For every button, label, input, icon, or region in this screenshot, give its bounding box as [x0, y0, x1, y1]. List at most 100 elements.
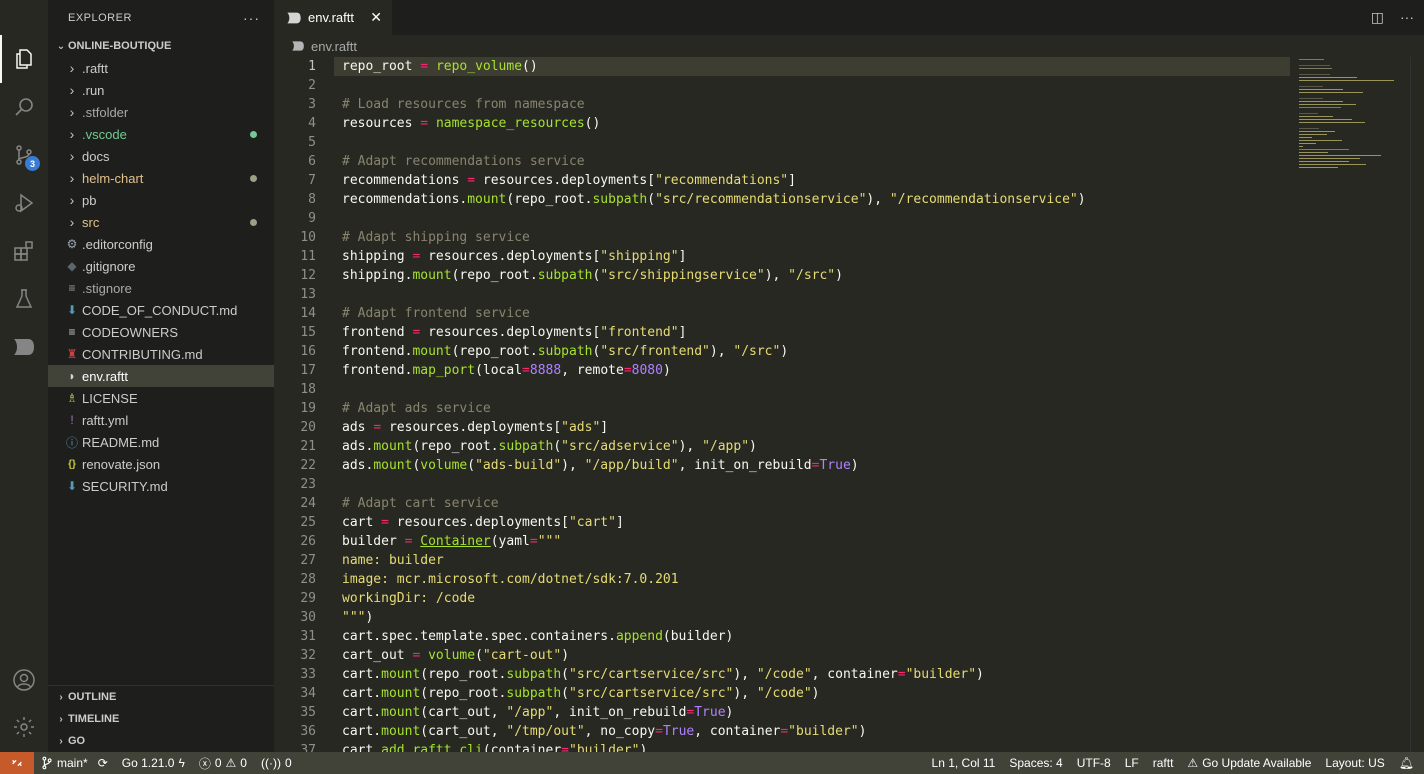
code-line[interactable]: 2	[274, 76, 1290, 95]
sync-icon[interactable]: ⟳	[98, 756, 108, 770]
code-editor[interactable]: 1 repo_root = repo_volume() 2 3 # Load resou…	[274, 57, 1424, 752]
folder-item[interactable]: › pb	[48, 189, 274, 211]
folder-item[interactable]: › helm-chart	[48, 167, 274, 189]
error-icon: ⓧ	[198, 756, 211, 771]
code-text: recommendations.mount(repo_root.subpath(…	[342, 190, 1086, 209]
search-icon[interactable]	[0, 83, 48, 131]
code-line[interactable]: 33 cart.mount(repo_root.subpath("src/cart…	[274, 665, 1290, 684]
file-item[interactable]: ◆ .gitignore	[48, 255, 274, 277]
code-line[interactable]: 20 ads = resources.deployments["ads"]	[274, 418, 1290, 437]
explorer-icon[interactable]	[0, 35, 48, 83]
chevron-right-icon: ›	[69, 60, 75, 76]
code-line[interactable]: 24 # Adapt cart service	[274, 494, 1290, 513]
close-icon[interactable]: ✕	[370, 9, 382, 26]
code-line[interactable]: 37 cart.add_raftt_cli(container="builder"…	[274, 741, 1290, 752]
code-line[interactable]: 5	[274, 133, 1290, 152]
file-item[interactable]: ⬇ CODE_OF_CONDUCT.md	[48, 299, 274, 321]
code-line[interactable]: 34 cart.mount(repo_root.subpath("src/cart…	[274, 684, 1290, 703]
code-line[interactable]: 32 cart_out = volume("cart-out")	[274, 646, 1290, 665]
code-line[interactable]: 16 frontend.mount(repo_root.subpath("src/…	[274, 342, 1290, 361]
folder-item[interactable]: › docs	[48, 145, 274, 167]
code-line[interactable]: 8 recommendations.mount(repo_root.subpath…	[274, 190, 1290, 209]
more-actions-icon[interactable]: ···	[243, 10, 260, 26]
minimap[interactable]	[1294, 57, 1424, 197]
code-line[interactable]: 21 ads.mount(repo_root.subpath("src/adser…	[274, 437, 1290, 456]
remote-indicator-icon[interactable]	[0, 752, 34, 774]
code-line[interactable]: 18	[274, 380, 1290, 399]
breadcrumb[interactable]: env.raftt	[274, 35, 1424, 57]
encoding[interactable]: UTF-8	[1070, 756, 1118, 770]
chevron-right-icon: ›	[59, 735, 63, 747]
file-item[interactable]: ≡ CODEOWNERS	[48, 321, 274, 343]
testing-flask-icon[interactable]	[0, 275, 48, 323]
code-line[interactable]: 7 recommendations = resources.deployments…	[274, 171, 1290, 190]
code-line[interactable]: 9	[274, 209, 1290, 228]
folder-item[interactable]: › src	[48, 211, 274, 233]
tab-env-raftt[interactable]: env.raftt ✕	[274, 0, 392, 35]
split-editor-icon[interactable]: ◫	[1371, 9, 1384, 26]
code-line[interactable]: 10 # Adapt shipping service	[274, 228, 1290, 247]
file-item[interactable]: ◗ env.raftt	[48, 365, 274, 387]
code-line[interactable]: 36 cart.mount(cart_out, "/tmp/out", no_co…	[274, 722, 1290, 741]
settings-gear-icon[interactable]	[0, 703, 48, 751]
end-of-line[interactable]: LF	[1118, 756, 1146, 770]
ports-status[interactable]: ((·)) 0	[254, 756, 299, 770]
go-section[interactable]: › GO	[48, 730, 274, 752]
code-line[interactable]: 4 resources = namespace_resources()	[274, 114, 1290, 133]
keyboard-layout[interactable]: Layout: US	[1318, 756, 1391, 770]
code-line[interactable]: 19 # Adapt ads service	[274, 399, 1290, 418]
indentation[interactable]: Spaces: 4	[1002, 756, 1069, 770]
code-line[interactable]: 28 image: mcr.microsoft.com/dotnet/sdk:7.…	[274, 570, 1290, 589]
go-version-status[interactable]: Go 1.21.0 ϟ	[115, 756, 192, 770]
file-item[interactable]: ⓘ README.md	[48, 431, 274, 453]
code-line[interactable]: 23	[274, 475, 1290, 494]
vertical-scrollbar[interactable]	[1410, 57, 1424, 752]
file-item[interactable]: {} renovate.json	[48, 453, 274, 475]
code-line[interactable]: 1 repo_root = repo_volume()	[308, 57, 1290, 76]
problems-status[interactable]: ⓧ 0 ⚠ 0	[192, 755, 254, 772]
file-item[interactable]: ♜ CONTRIBUTING.md	[48, 343, 274, 365]
go-update-status[interactable]: ⚠ Go Update Available	[1180, 756, 1318, 770]
code-line[interactable]: 22 ads.mount(volume("ads-build"), "/app/b…	[274, 456, 1290, 475]
extensions-icon[interactable]	[0, 227, 48, 275]
code-line[interactable]: 12 shipping.mount(repo_root.subpath("src/…	[274, 266, 1290, 285]
code-line[interactable]: 35 cart.mount(cart_out, "/app", init_on_r…	[274, 703, 1290, 722]
file-item[interactable]: ⚙ .editorconfig	[48, 233, 274, 255]
folder-item[interactable]: › .raftt	[48, 57, 274, 79]
code-line[interactable]: 3 # Load resources from namespace	[274, 95, 1290, 114]
notifications-bell-icon[interactable]: 🔔︎	[1392, 756, 1424, 770]
code-line[interactable]: 15 frontend = resources.deployments["fron…	[274, 323, 1290, 342]
code-line[interactable]: 6 # Adapt recommendations service	[274, 152, 1290, 171]
folder-item[interactable]: › .vscode	[48, 123, 274, 145]
code-line[interactable]: 31 cart.spec.template.spec.containers.app…	[274, 627, 1290, 646]
code-line[interactable]: 29 workingDir: /code	[274, 589, 1290, 608]
code-line[interactable]: 13	[274, 285, 1290, 304]
file-item[interactable]: ⬇ SECURITY.md	[48, 475, 274, 497]
workspace-root-label: ONLINE-BOUTIQUE	[68, 40, 172, 52]
folder-item[interactable]: › .run	[48, 79, 274, 101]
file-item[interactable]: ≡ .stignore	[48, 277, 274, 299]
code-line[interactable]: 11 shipping = resources.deployments["ship…	[274, 247, 1290, 266]
file-item[interactable]: ! raftt.yml	[48, 409, 274, 431]
code-line[interactable]: 27 name: builder	[274, 551, 1290, 570]
file-item[interactable]: ♗ LICENSE	[48, 387, 274, 409]
code-line[interactable]: 14 # Adapt frontend service	[274, 304, 1290, 323]
minimap-line	[1299, 107, 1341, 108]
branch-status[interactable]: main* ⟳	[34, 756, 115, 770]
language-mode[interactable]: raftt	[1146, 756, 1181, 770]
cursor-position[interactable]: Ln 1, Col 11	[925, 756, 1003, 770]
folder-item[interactable]: › .stfolder	[48, 101, 274, 123]
accounts-icon[interactable]	[0, 656, 48, 704]
source-control-icon[interactable]: 3	[0, 131, 48, 179]
code-line[interactable]: 25 cart = resources.deployments["cart"]	[274, 513, 1290, 532]
code-line[interactable]: 30 """)	[274, 608, 1290, 627]
timeline-section[interactable]: › TIMELINE	[48, 708, 274, 730]
code-line[interactable]: 26 builder = Container(yaml="""	[274, 532, 1290, 551]
run-debug-icon[interactable]	[0, 179, 48, 227]
code-token: map_port	[412, 363, 476, 378]
code-line[interactable]: 17 frontend.map_port(local=8888, remote=8…	[274, 361, 1290, 380]
raftt-icon[interactable]	[0, 323, 48, 371]
more-actions-icon[interactable]: ···	[1400, 9, 1414, 26]
workspace-root[interactable]: ⌄ ONLINE-BOUTIQUE	[48, 35, 274, 57]
outline-section[interactable]: › OUTLINE	[48, 686, 274, 708]
